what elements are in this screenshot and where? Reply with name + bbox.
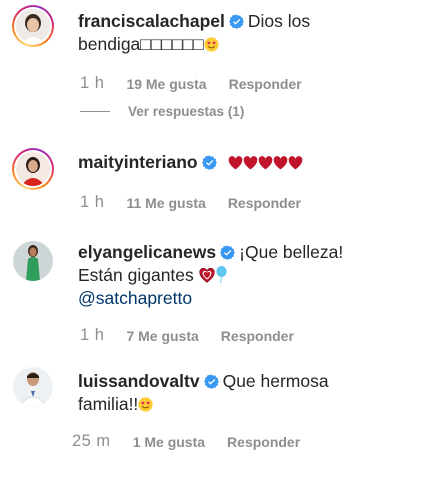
comment-meta: 1 h 11 Me gusta Responder: [80, 193, 301, 212]
comment-body: ¡Que belleza!: [239, 242, 344, 262]
comment-body: Que hermosa: [222, 371, 329, 391]
likes-count[interactable]: 7 Me gusta: [126, 328, 198, 344]
mention-link[interactable]: @satchapretto: [78, 288, 192, 308]
verified-badge-icon: [201, 155, 217, 170]
reply-button[interactable]: Responder: [227, 434, 300, 450]
red-heart-icon: [273, 156, 287, 170]
comment-text: francis­calachapel Dios los bendiga□□□□□□: [78, 10, 418, 56]
verified-badge-icon: [203, 374, 219, 389]
avatar[interactable]: [12, 148, 54, 190]
username[interactable]: maityinteriano: [78, 152, 198, 172]
comment-meta: 1 h 19 Me gusta Responder: [80, 74, 302, 93]
comment-maity: maityinteriano 1 h 11 Me gusta Responder: [0, 140, 432, 220]
red-heart-icon: [199, 268, 215, 283]
comment-text: maityinteriano: [78, 151, 418, 174]
username[interactable]: elyangelicanews: [78, 242, 216, 262]
likes-count[interactable]: 19 Me gusta: [126, 76, 206, 92]
light-blue-balloon-icon: [216, 266, 227, 283]
comment-text: elyangelicanews ¡Que belleza! Están gigan…: [78, 241, 418, 310]
timestamp[interactable]: 25 m: [72, 432, 111, 451]
timestamp[interactable]: 1 h: [80, 326, 104, 345]
red-heart-icon: [258, 156, 272, 170]
likes-count[interactable]: 11 Me gusta: [126, 195, 205, 211]
reply-button[interactable]: Responder: [221, 328, 294, 344]
comment-text: luissandovaltv Que hermosa familia!!: [78, 370, 418, 416]
view-replies-button[interactable]: Ver respuestas (1): [80, 104, 244, 119]
comment-elyangelica: elyangelicanews ¡Que belleza! Están gigan…: [0, 230, 432, 350]
reply-button[interactable]: Responder: [229, 76, 302, 92]
comment-meta: 25 m 1 Me gusta Responder: [72, 432, 300, 451]
username[interactable]: francis­calachapel: [78, 11, 225, 31]
hearts-row: [223, 152, 303, 172]
verified-badge-icon: [228, 14, 244, 29]
red-heart-icon: [228, 156, 242, 170]
comment-francis: francis­calachapel Dios los bendiga□□□□□□…: [0, 0, 432, 130]
red-heart-icon: [288, 156, 302, 170]
avatar[interactable]: [12, 5, 54, 47]
reply-button[interactable]: Responder: [228, 195, 301, 211]
avatar[interactable]: [12, 240, 54, 282]
username[interactable]: luissandovaltv: [78, 371, 200, 391]
smiling-heart-eyes-icon: [204, 37, 219, 52]
likes-count[interactable]: 1 Me gusta: [133, 434, 205, 450]
view-replies-label: Ver respuestas (1): [128, 104, 245, 119]
avatar[interactable]: [12, 366, 54, 408]
comment-body-cont: Están gigantes: [78, 265, 194, 285]
comment-meta: 1 h 7 Me gusta Responder: [80, 326, 294, 345]
comment-body-cont: familia!!: [78, 394, 139, 414]
comment-luissandoval: luissandovaltv Que hermosa familia!! 25 m…: [0, 358, 432, 468]
divider: [80, 111, 110, 112]
timestamp[interactable]: 1 h: [80, 193, 104, 212]
verified-badge-icon: [220, 245, 236, 260]
comment-body: Dios los: [247, 11, 311, 31]
red-heart-icon: [243, 156, 257, 170]
smiling-heart-eyes-icon: [138, 397, 153, 412]
timestamp[interactable]: 1 h: [80, 74, 104, 93]
comment-body-cont: bendiga□□□□□□: [78, 34, 204, 54]
